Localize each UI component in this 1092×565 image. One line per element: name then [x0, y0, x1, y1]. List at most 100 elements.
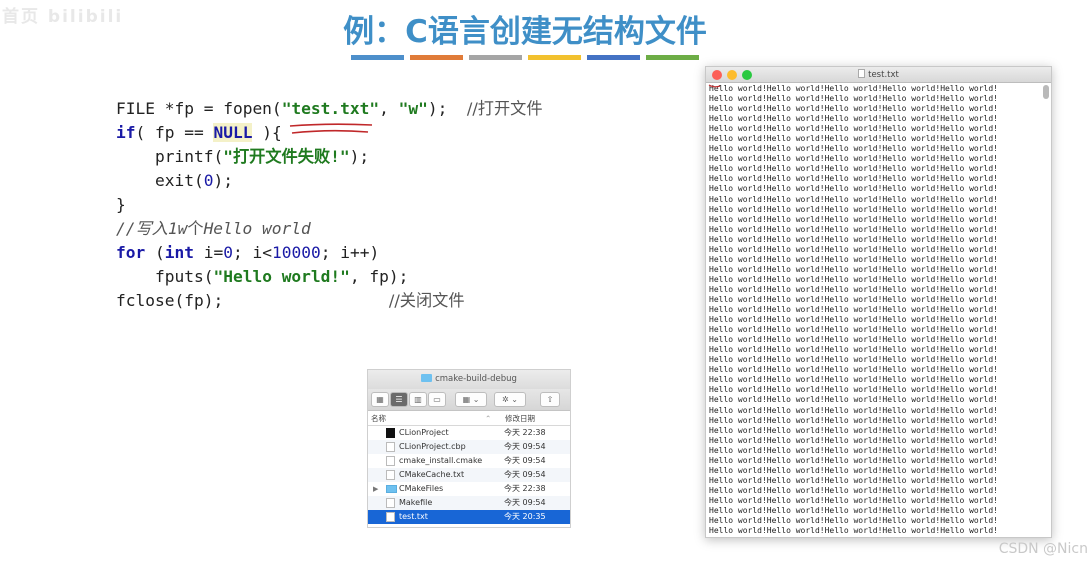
code-text: ( fp == [135, 123, 214, 142]
doc-icon [386, 456, 395, 466]
red-annotation-underline [289, 123, 373, 134]
disclosure-triangle-icon[interactable]: ▶ [373, 482, 378, 496]
action-gear-button[interactable]: ✲ ⌄ [494, 392, 526, 407]
code-line-exit: exit(0); [116, 169, 233, 193]
document-icon [858, 69, 866, 78]
color-bar [469, 55, 522, 60]
file-modified-date: 今天 09:54 [504, 470, 546, 479]
text-editor-window: test.txt Hello world!Hello world!Hello w… [705, 66, 1052, 538]
code-text: ; i++) [320, 243, 380, 262]
text-content-area[interactable]: Hello world!Hello world!Hello world!Hell… [709, 84, 1039, 537]
column-date-header[interactable]: 修改日期 [505, 411, 535, 426]
code-spacer [223, 291, 389, 310]
finder-column-header: 名称 ⌃ 修改日期 [368, 411, 570, 426]
code-text: , fp); [349, 267, 409, 286]
file-modified-date: 今天 09:54 [504, 498, 546, 507]
code-text: ); [349, 147, 370, 166]
code-hello-string: "Hello world!" [213, 267, 350, 286]
finder-file-row[interactable]: cmake_install.cmake 今天 09:54 [368, 454, 570, 468]
code-number: 0 [223, 243, 233, 262]
code-line-comment-write: //写入1w个Hello world [116, 217, 311, 241]
vertical-scrollbar[interactable] [1043, 85, 1049, 99]
code-text: , [379, 99, 399, 118]
folder-icon [421, 374, 433, 382]
doc-icon [386, 512, 395, 522]
code-comment: 1w [167, 219, 188, 238]
finder-title: cmake-build-debug [435, 374, 517, 384]
file-modified-date: 今天 22:38 [504, 428, 546, 437]
code-text: fputs( [116, 267, 214, 286]
column-name-header[interactable]: 名称 [371, 411, 386, 426]
color-bar [410, 55, 463, 60]
gallery-view-button[interactable]: ▭ [428, 392, 446, 407]
file-name: Makefile [399, 498, 433, 507]
text-window-titlebar: test.txt [706, 67, 1051, 83]
code-comment-close: //关闭文件 [388, 291, 465, 310]
code-text: printf( [116, 147, 224, 166]
file-name: CLionProject [399, 428, 449, 437]
file-name: cmake_install.cmake [399, 456, 483, 465]
slide-title: 例：C语言创建无结构文件 [343, 14, 707, 50]
minimize-window-button[interactable] [727, 70, 737, 80]
finder-file-list: CLionProject 今天 22:38 CLionProject.cbp 今天 0… [368, 426, 570, 524]
group-button[interactable]: ▦ ⌄ [455, 392, 487, 407]
finder-window: cmake-build-debug ▦ ☰ ▥ ▭ ▦ ⌄ ✲ ⌄ ⇧ 名称 ⌃… [367, 369, 571, 528]
share-button[interactable]: ⇧ [540, 392, 560, 407]
color-bar [351, 55, 404, 60]
file-modified-date: 今天 09:54 [504, 456, 546, 465]
code-filename-string: "test.txt" [281, 99, 380, 118]
color-bar [528, 55, 581, 60]
code-error-string: "打开文件失败!" [223, 147, 350, 166]
file-name: CLionProject.cbp [399, 442, 466, 451]
finder-file-row[interactable]: test.txt 今天 20:35 [368, 510, 570, 524]
code-text: i= [194, 243, 224, 262]
code-text: ( [145, 243, 165, 262]
doc-icon [386, 442, 395, 452]
color-bar [587, 55, 640, 60]
code-number: 10000 [271, 243, 321, 262]
red-cursor-mark [708, 84, 721, 88]
code-comment: //写入 [116, 219, 168, 238]
finder-titlebar: cmake-build-debug [368, 370, 570, 389]
exec-icon [386, 428, 395, 438]
sort-chevron-icon: ⌃ [485, 414, 492, 423]
code-text: ); [427, 99, 467, 118]
finder-file-row[interactable]: CMakeCache.txt 今天 09:54 [368, 468, 570, 482]
code-line-if: if( fp == NULL ){ [116, 121, 282, 145]
finder-file-row[interactable]: Makefile 今天 09:54 [368, 496, 570, 510]
doc-icon [386, 498, 395, 508]
code-text: ){ [252, 123, 282, 142]
code-text: ; i< [233, 243, 272, 262]
code-line-fclose: fclose(fp); //关闭文件 [116, 289, 465, 313]
code-keyword-if: if [116, 123, 136, 142]
column-view-button[interactable]: ▥ [409, 392, 427, 407]
code-number: 0 [203, 171, 214, 190]
code-comment: Hello world [203, 219, 311, 238]
code-comment: 个 [187, 219, 204, 238]
file-name: CMakeCache.txt [399, 470, 465, 479]
color-bar [646, 55, 699, 60]
file-modified-date: 今天 09:54 [504, 442, 546, 451]
close-window-button[interactable] [712, 70, 722, 80]
code-line-close-brace: } [116, 193, 126, 217]
code-text: } [116, 195, 126, 214]
zoom-window-button[interactable] [742, 70, 752, 80]
icon-view-button[interactable]: ▦ [371, 392, 389, 407]
list-view-button[interactable]: ☰ [390, 392, 408, 407]
code-line-fopen: FILE *fp = fopen("test.txt", "w"); //打开文… [116, 97, 543, 121]
file-modified-date: 今天 20:35 [504, 512, 546, 521]
code-null-keyword: NULL [213, 123, 253, 142]
code-mode-string: "w" [398, 99, 428, 118]
code-text: exit( [116, 171, 204, 190]
finder-file-row[interactable]: CLionProject 今天 22:38 [368, 426, 570, 440]
folder-icon [386, 485, 397, 493]
code-fopen-call: FILE *fp = fopen( [116, 99, 282, 118]
code-text: ); [213, 171, 233, 190]
doc-icon [386, 470, 395, 480]
finder-file-row[interactable]: CLionProject.cbp 今天 09:54 [368, 440, 570, 454]
code-comment-open: //打开文件 [466, 99, 543, 118]
code-line-for: for (int i=0; i<10000; i++) [116, 241, 379, 265]
finder-file-row[interactable]: ▶ CMakeFiles 今天 22:38 [368, 482, 570, 496]
text-window-title: test.txt [868, 70, 899, 80]
code-keyword-int: int [164, 243, 194, 262]
